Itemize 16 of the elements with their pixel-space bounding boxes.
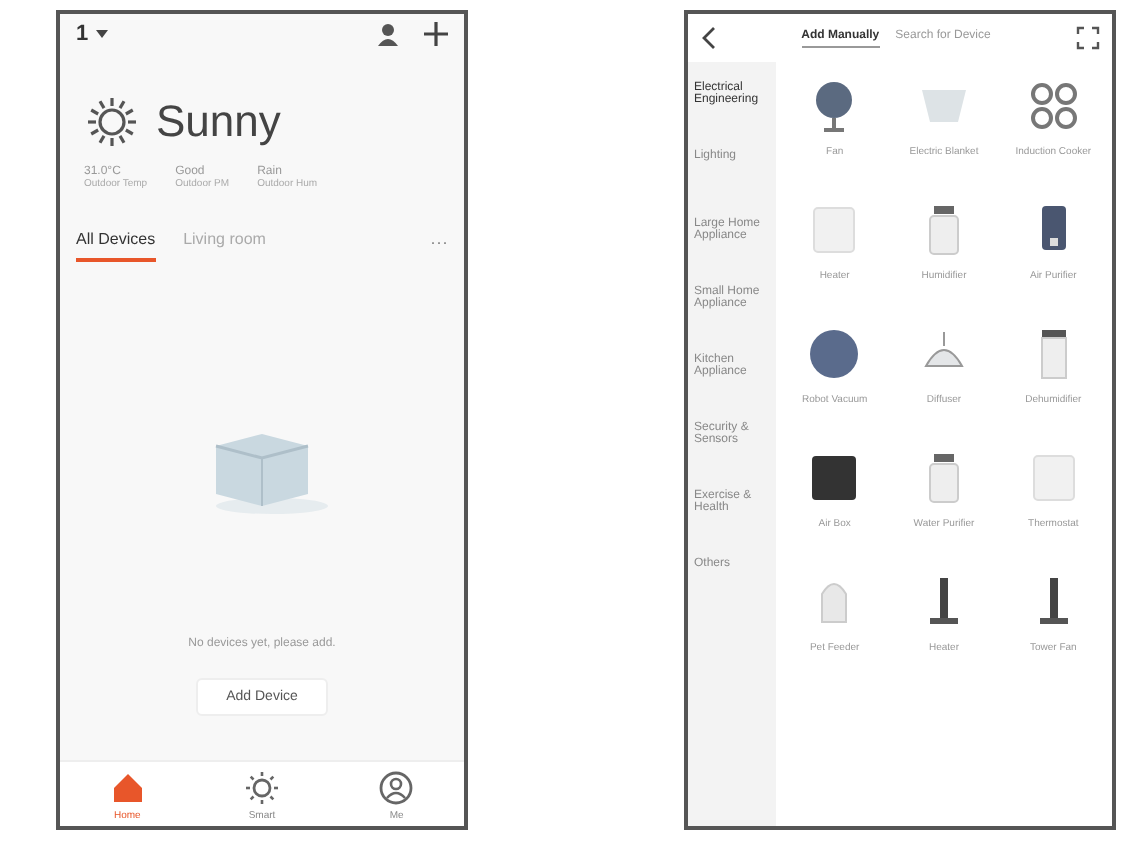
weather-condition: Sunny xyxy=(156,96,281,148)
back-icon[interactable] xyxy=(700,26,716,50)
more-button[interactable]: ··· xyxy=(430,231,448,261)
round-device-icon[interactable] xyxy=(806,326,863,382)
home-icon[interactable] xyxy=(109,770,146,806)
scan-icon[interactable] xyxy=(1076,26,1100,50)
plus-icon[interactable] xyxy=(424,22,448,46)
room-tab[interactable]: Living room xyxy=(183,230,266,262)
caret-icon[interactable] xyxy=(94,28,111,40)
sun-icon xyxy=(84,94,140,150)
user-icon[interactable] xyxy=(376,22,400,46)
room-tab[interactable]: All Devices xyxy=(76,230,156,262)
home-name[interactable]: 1 xyxy=(76,22,89,46)
sun-icon[interactable] xyxy=(243,770,280,806)
profile-icon[interactable] xyxy=(378,770,415,806)
cooktop-icon[interactable] xyxy=(1025,78,1082,134)
